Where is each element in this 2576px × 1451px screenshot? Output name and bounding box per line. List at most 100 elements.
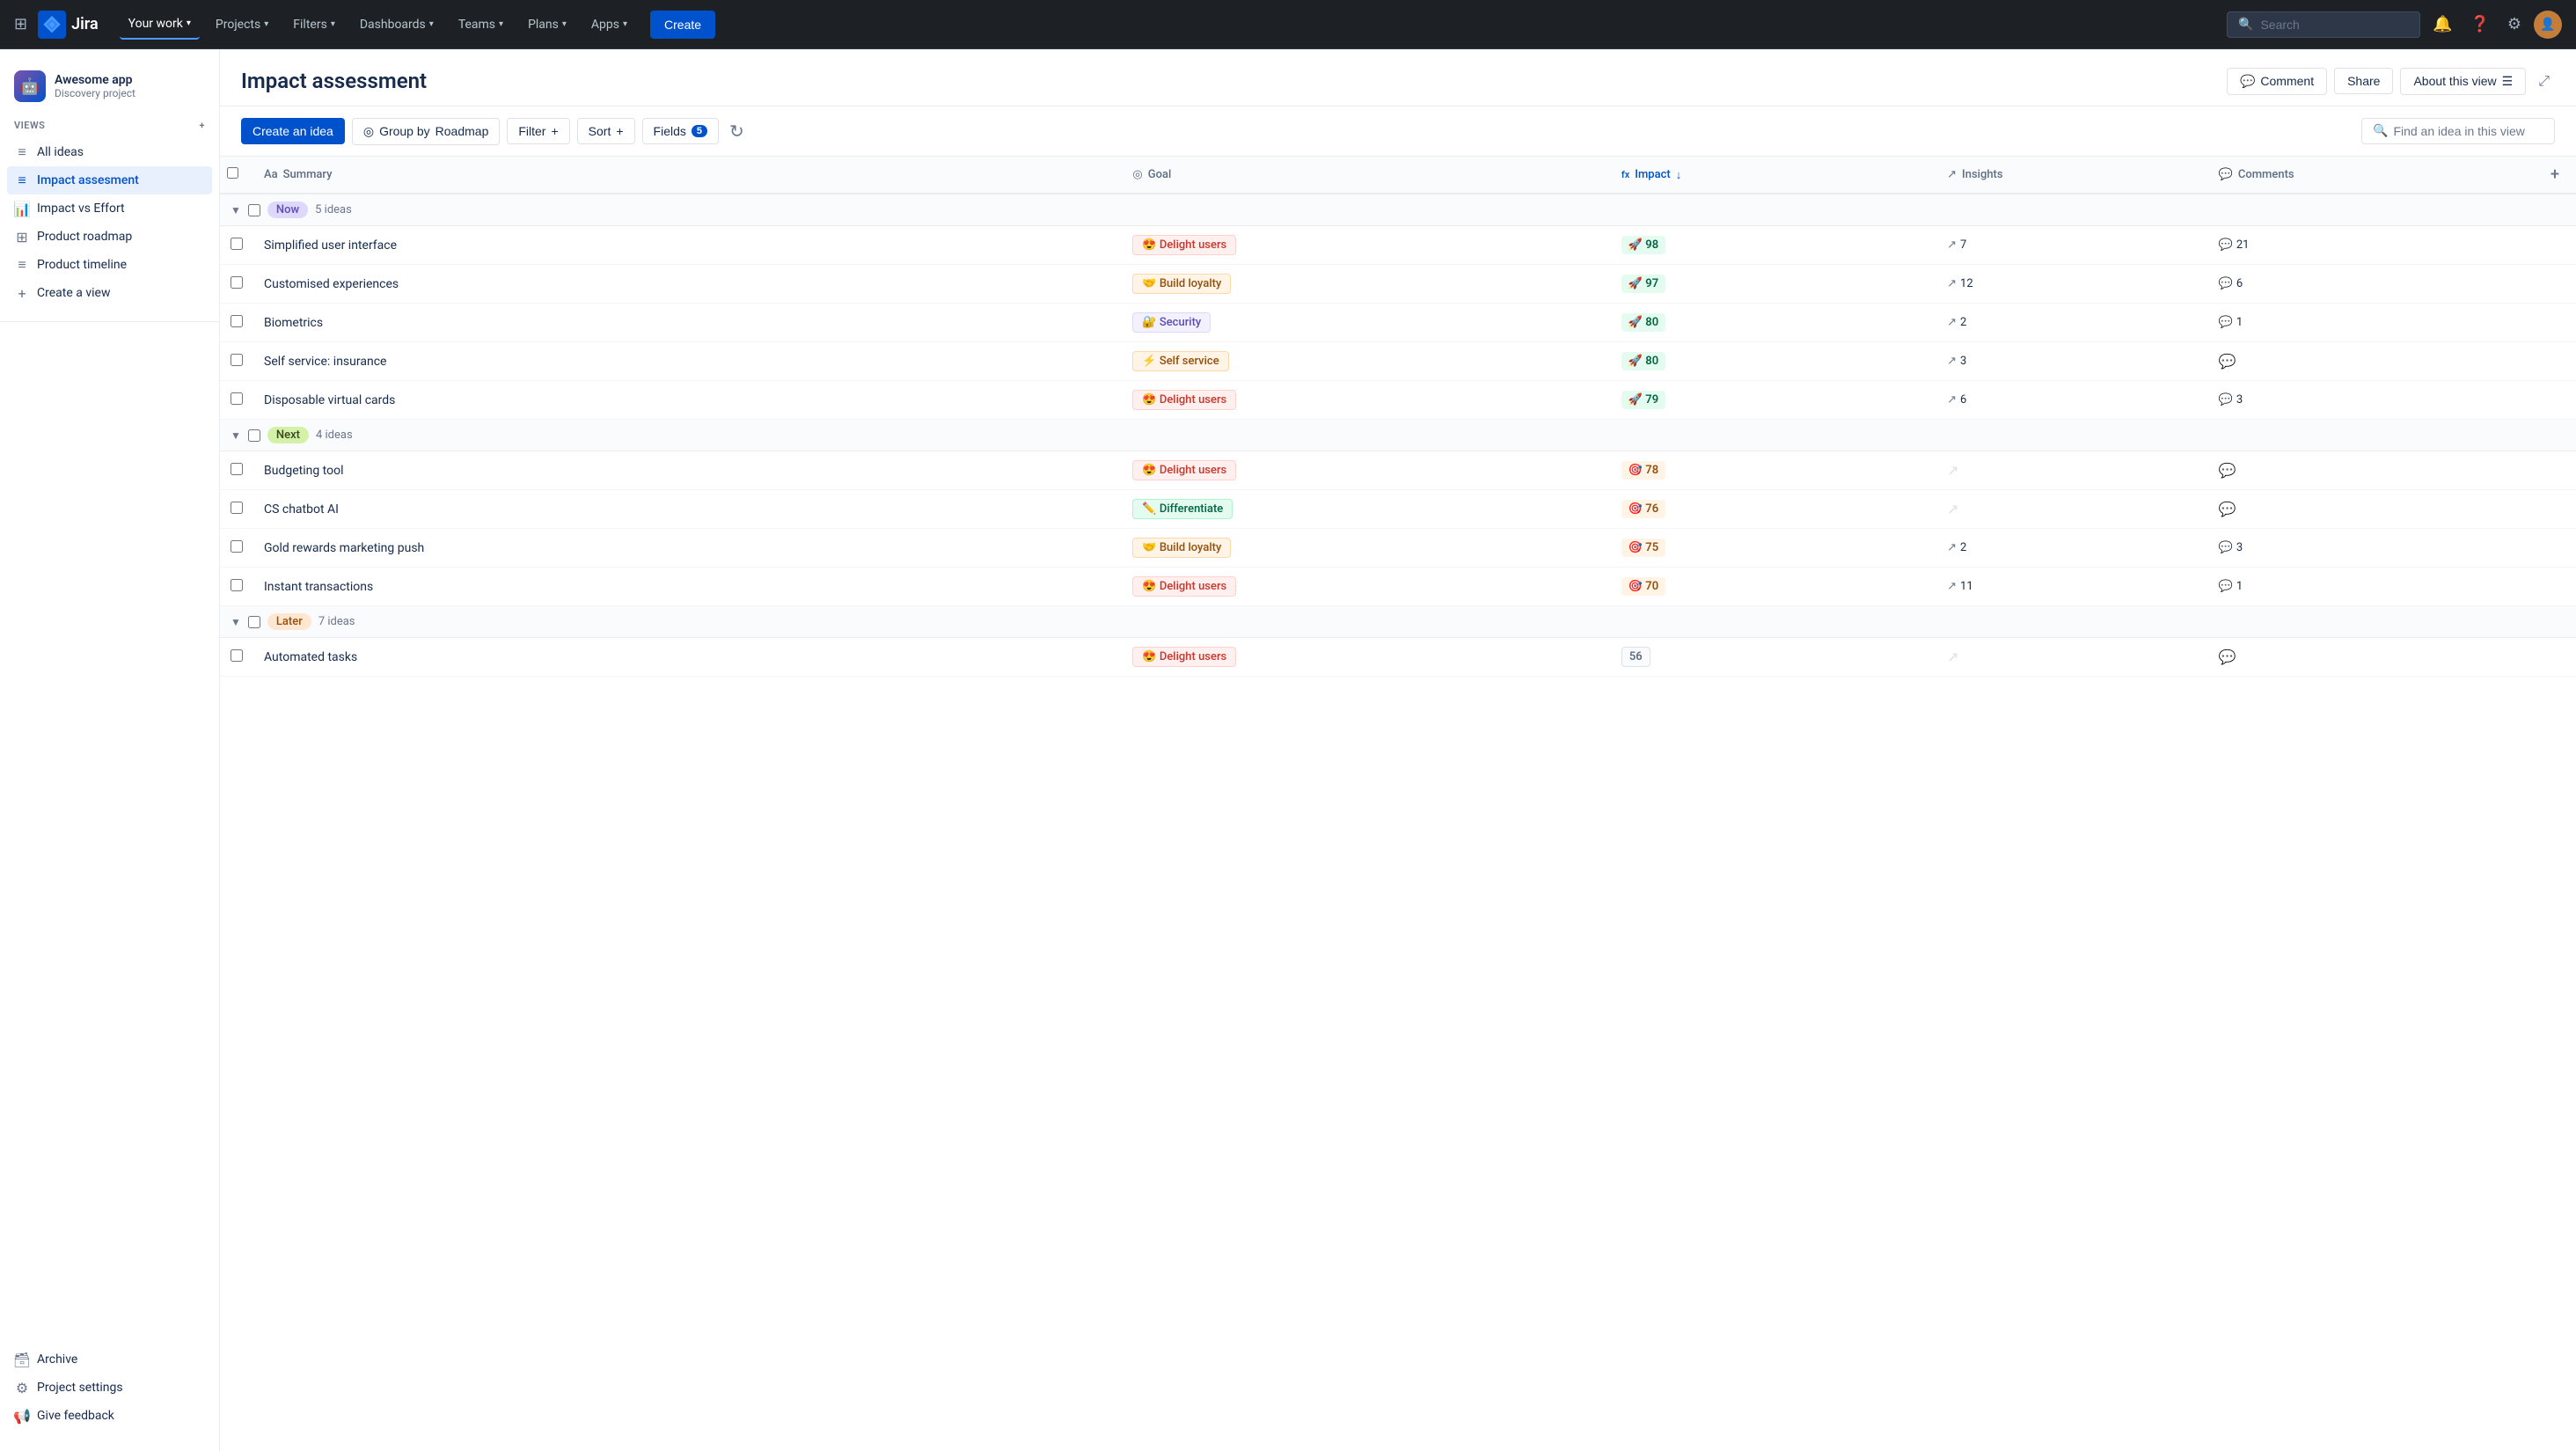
nav-item-projects[interactable]: Projects ▾ <box>207 11 277 39</box>
nav-item-plans[interactable]: Plans ▾ <box>519 11 575 39</box>
table-row: Disposable virtual cards 😍 Delight users… <box>220 381 2576 420</box>
sidebar-item-projectsettings[interactable]: ⚙ Project settings <box>7 1374 212 1402</box>
about-view-button[interactable]: About this view ☰ <box>2400 68 2526 95</box>
group-row: ▼ Now 5 ideas <box>220 194 2576 226</box>
group-checkbox[interactable] <box>248 616 260 628</box>
idea-name[interactable]: Simplified user interface <box>264 238 397 253</box>
collapse-icon[interactable]: ▼ <box>231 429 241 442</box>
row-checkbox[interactable] <box>231 392 243 405</box>
idea-name[interactable]: Automated tasks <box>264 650 357 664</box>
nav-item-teams[interactable]: Teams ▾ <box>450 11 512 39</box>
group-checkbox[interactable] <box>248 429 260 442</box>
chart-icon: 📊 <box>14 201 30 216</box>
nav-item-yourwork[interactable]: Your work ▾ <box>120 10 200 40</box>
project-type: Discovery project <box>55 87 135 99</box>
share-button[interactable]: Share <box>2334 68 2393 94</box>
idea-name[interactable]: Budgeting tool <box>264 464 344 478</box>
idea-search-box[interactable]: 🔍 <box>2361 118 2555 144</box>
main-layout: 🤖 Awesome app Discovery project VIEWS + … <box>0 49 2576 1451</box>
table-row: Simplified user interface 😍 Delight user… <box>220 226 2576 265</box>
feedback-icon: 📢 <box>14 1408 30 1424</box>
comments-icon: 💬 <box>2219 168 2233 181</box>
sidebar-item-createview[interactable]: + Create a view <box>7 279 212 307</box>
idea-name[interactable]: Disposable virtual cards <box>264 393 395 407</box>
add-view-icon[interactable]: + <box>199 120 205 131</box>
col-impact-header[interactable]: fx Impact ↓ <box>1611 157 1936 194</box>
sidebar-item-impacteffort[interactable]: 📊 Impact vs Effort <box>7 194 212 223</box>
settings-icon[interactable]: ⚙ <box>2502 10 2527 39</box>
sidebar-views-section: VIEWS + ≡ All ideas ≡ Impact assesment 📊… <box>0 116 219 307</box>
logo[interactable]: Jira <box>38 11 99 39</box>
row-checkbox[interactable] <box>231 276 243 289</box>
user-avatar[interactable]: 👤 <box>2534 11 2562 39</box>
fullscreen-icon[interactable]: ⤢ <box>2533 67 2555 95</box>
col-insights-header: ↗ Insights <box>1936 157 2208 194</box>
sidebar-item-givefeedback[interactable]: 📢 Give feedback <box>7 1402 212 1430</box>
goal-tag: ✏️ Differentiate <box>1132 499 1233 519</box>
nav-item-apps[interactable]: Apps ▾ <box>582 11 636 39</box>
row-checkbox[interactable] <box>231 463 243 475</box>
table-row: Self service: insurance ⚡ Self service 🚀… <box>220 342 2576 381</box>
group-icon: ◎ <box>363 124 374 139</box>
sidebar-item-impactassessment[interactable]: ≡ Impact assesment <box>7 166 212 194</box>
group-by-button[interactable]: ◎ Group by Roadmap <box>352 118 501 145</box>
ideas-table: Aa Summary ◎ Goal fx <box>220 157 2576 677</box>
row-checkbox[interactable] <box>231 502 243 514</box>
sidebar-item-archive[interactable]: 🗃 Archive <box>7 1345 212 1374</box>
idea-name[interactable]: Customised experiences <box>264 277 399 291</box>
impact-badge: 🎯 76 <box>1621 500 1665 518</box>
refresh-icon[interactable]: ↻ <box>726 117 748 145</box>
help-icon[interactable]: ❓ <box>2464 10 2494 39</box>
comment-icon: 💬 <box>2219 277 2233 290</box>
chevron-down-icon: ▾ <box>429 19 434 29</box>
idea-name[interactable]: Self service: insurance <box>264 355 386 369</box>
idea-name[interactable]: Instant transactions <box>264 580 373 594</box>
filter-button[interactable]: Filter + <box>507 118 569 144</box>
row-checkbox[interactable] <box>231 238 243 250</box>
col-add-header[interactable]: + <box>2534 157 2576 194</box>
comment-button[interactable]: 💬 Comment <box>2227 68 2327 95</box>
impact-badge: 🚀 80 <box>1621 313 1665 332</box>
chevron-down-icon: ▾ <box>562 19 567 29</box>
goal-tag: 😍 Delight users <box>1132 647 1236 667</box>
collapse-icon[interactable]: ▼ <box>231 204 241 216</box>
project-name: Awesome app <box>55 73 135 87</box>
search-box[interactable]: 🔍 <box>2227 11 2420 38</box>
chevron-down-icon: ▾ <box>264 19 268 29</box>
idea-search-input[interactable] <box>2393 124 2543 138</box>
nav-item-filters[interactable]: Filters ▾ <box>284 11 344 39</box>
add-sort-icon: + <box>616 124 623 138</box>
impact-badge: 🚀 98 <box>1621 236 1665 254</box>
group-checkbox[interactable] <box>248 204 260 216</box>
table-row: Biometrics 🔐 Security 🚀 80 ↗2 💬1 <box>220 304 2576 342</box>
row-checkbox[interactable] <box>231 649 243 662</box>
search-icon: 🔍 <box>2373 124 2388 138</box>
create-button[interactable]: Create <box>650 11 715 39</box>
row-checkbox[interactable] <box>231 354 243 366</box>
impact-badge: 56 <box>1621 647 1650 667</box>
sort-button[interactable]: Sort + <box>577 118 635 144</box>
page-title: Impact assessment <box>241 69 427 93</box>
idea-name[interactable]: Gold rewards marketing push <box>264 541 424 555</box>
row-checkbox[interactable] <box>231 315 243 327</box>
grid-icon[interactable]: ⊞ <box>14 15 27 33</box>
sidebar-item-producttimeline[interactable]: ≡ Product timeline <box>7 251 212 279</box>
trend-icon: ↗ <box>1947 316 1957 329</box>
add-column-icon[interactable]: + <box>2550 165 2559 184</box>
idea-name[interactable]: Biometrics <box>264 316 323 330</box>
select-all-checkbox[interactable] <box>227 167 238 179</box>
sidebar-item-allideas[interactable]: ≡ All ideas <box>7 138 212 166</box>
nav-item-dashboards[interactable]: Dashboards ▾ <box>351 11 443 39</box>
collapse-icon[interactable]: ▼ <box>231 616 241 628</box>
fields-button[interactable]: Fields 5 <box>642 118 719 144</box>
create-idea-button[interactable]: Create an idea <box>241 118 345 144</box>
row-checkbox[interactable] <box>231 540 243 553</box>
toolbar: Create an idea ◎ Group by Roadmap Filter… <box>220 106 2576 157</box>
row-checkbox[interactable] <box>231 579 243 591</box>
notifications-icon[interactable]: 🔔 <box>2427 10 2457 39</box>
sidebar-item-productroadmap[interactable]: ⊞ Product roadmap <box>7 223 212 251</box>
chevron-down-icon: ▾ <box>331 19 335 29</box>
idea-name[interactable]: CS chatbot AI <box>264 502 339 517</box>
chevron-down-icon: ▾ <box>187 18 191 28</box>
search-input[interactable] <box>2260 18 2409 32</box>
